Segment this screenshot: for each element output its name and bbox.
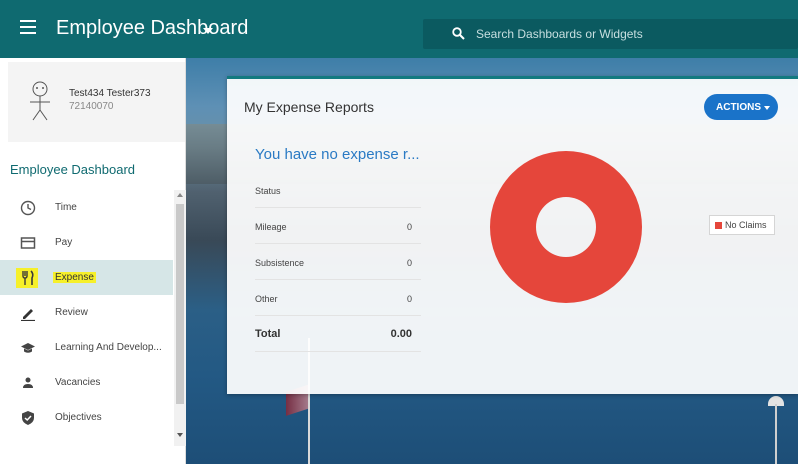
sidebar-item-label: Pay (55, 237, 73, 248)
legend-label: No Claims (725, 220, 767, 230)
app-title[interactable]: Employee Dashboard (56, 17, 248, 40)
graduation-cap-icon (21, 343, 35, 353)
chevron-down-icon (764, 106, 770, 110)
search-placeholder: Search Dashboards or Widgets (476, 27, 643, 41)
chart-legend: No Claims (709, 215, 775, 235)
sidebar-scrollbar[interactable] (174, 190, 186, 446)
row-label: Subsistence (255, 258, 305, 268)
actions-label: ACTIONS (716, 102, 761, 113)
table-row: Mileage 0 (255, 208, 421, 244)
row-label: Other (255, 294, 278, 304)
sidebar-item-learning[interactable]: Learning And Develop... (0, 330, 173, 365)
sidebar-item-label: Review (55, 307, 88, 318)
search-icon (452, 27, 465, 40)
pencil-icon (21, 309, 35, 321)
background-lamp-post (775, 404, 777, 464)
total-label: Total (255, 328, 281, 340)
sidebar-nav: Time Pay Expense Review Learning And Dev… (0, 190, 173, 435)
sidebar-item-time[interactable]: Time (0, 190, 173, 225)
table-row: Subsistence 0 (255, 244, 421, 280)
row-value: 0 (406, 258, 412, 268)
status-header: Status (255, 181, 421, 208)
actions-button[interactable]: ACTIONS (704, 94, 778, 120)
total-row: Total 0.00 (255, 316, 421, 352)
sidebar-item-label: Learning And Develop... (55, 342, 162, 353)
total-value: 0.00 (390, 328, 412, 340)
row-label: Mileage (255, 222, 287, 232)
search-input[interactable]: Search Dashboards or Widgets (423, 19, 798, 49)
shield-check-icon (22, 411, 34, 425)
sidebar-item-objectives[interactable]: Objectives (0, 400, 173, 435)
chevron-down-icon[interactable] (203, 28, 213, 34)
profile-id: 72140070 (69, 101, 114, 112)
scroll-thumb[interactable] (176, 204, 184, 404)
sidebar-item-review[interactable]: Review (0, 295, 173, 330)
top-bar: Employee Dashboard Search Dashboards or … (0, 0, 798, 58)
sidebar-item-label: Time (55, 202, 77, 213)
pie-slice (490, 151, 642, 303)
fork-knife-icon (22, 270, 34, 285)
sidebar-item-vacancies[interactable]: Vacancies (0, 365, 173, 400)
row-value: 0 (406, 222, 412, 232)
table-row: Other 0 (255, 280, 421, 316)
person-icon (23, 377, 33, 388)
legend-swatch (715, 222, 722, 229)
sidebar-item-label: Objectives (55, 412, 102, 423)
profile-name: Test434 Tester373 (69, 88, 151, 99)
row-value: 0 (406, 294, 412, 304)
expense-reports-card: My Expense Reports ACTIONS You have no e… (227, 76, 798, 394)
avatar (30, 81, 50, 121)
scroll-up-arrow-icon[interactable] (177, 193, 183, 197)
sidebar-item-label: Vacancies (55, 377, 101, 388)
card-title: My Expense Reports (244, 99, 374, 115)
clock-icon (20, 200, 36, 216)
sidebar-heading[interactable]: Employee Dashboard (10, 162, 135, 177)
sidebar-item-expense[interactable]: Expense (0, 260, 173, 295)
scroll-down-arrow-icon[interactable] (177, 433, 183, 437)
menu-icon[interactable] (20, 20, 36, 34)
donut-chart (490, 151, 642, 303)
sidebar-item-pay[interactable]: Pay (0, 225, 173, 260)
sidebar: Test434 Tester373 72140070 Employee Dash… (0, 58, 186, 464)
profile-panel[interactable]: Test434 Tester373 72140070 (8, 62, 185, 142)
wallet-icon (20, 237, 36, 249)
empty-message-link[interactable]: You have no expense r... (255, 146, 420, 163)
status-table: Status Mileage 0 Subsistence 0 Other 0 T… (255, 181, 421, 352)
sidebar-item-label: Expense (53, 272, 96, 283)
